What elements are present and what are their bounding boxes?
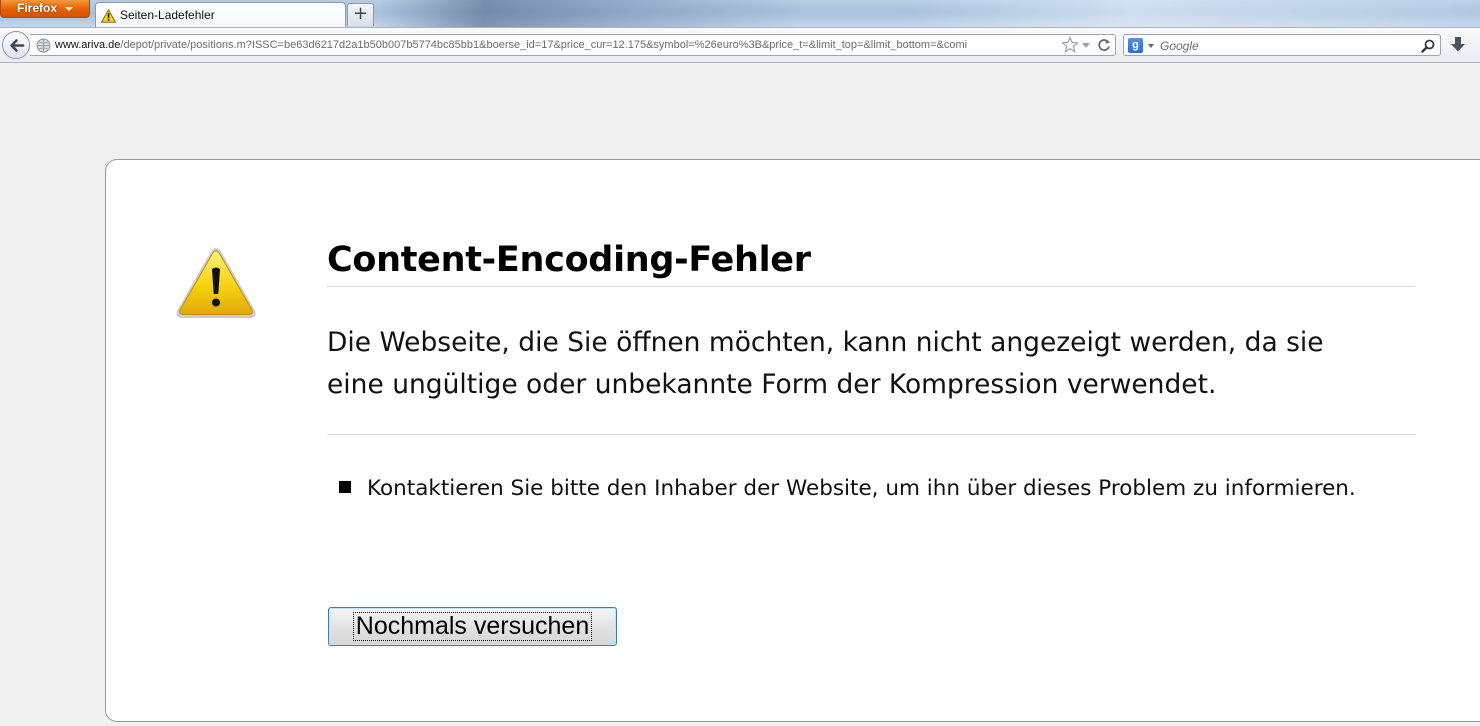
error-title: Content-Encoding-Fehler	[327, 240, 811, 280]
arrow-left-icon	[10, 39, 25, 52]
firefox-menu-label: Firefox	[17, 1, 58, 15]
search-bar[interactable]: g	[1123, 34, 1441, 56]
download-arrow-icon[interactable]	[1449, 36, 1467, 58]
title-bar-background-light	[900, 0, 1480, 27]
divider	[327, 286, 1415, 287]
new-tab-button[interactable]: +	[347, 3, 374, 26]
warning-icon	[172, 243, 260, 327]
chevron-down-icon	[65, 7, 73, 11]
list-bullet	[339, 481, 351, 493]
title-bar-background	[380, 0, 800, 27]
search-engine-dropdown-icon[interactable]	[1148, 44, 1154, 48]
firefox-menu-button[interactable]: Firefox	[0, 0, 90, 18]
tab-active[interactable]: Seiten-Ladefehler	[95, 2, 346, 27]
url-path: /depot/private/positions.m?ISSC=be63d621…	[120, 39, 968, 51]
retry-button-label: Nochmals versuchen	[352, 612, 593, 641]
url-history-dropdown-icon[interactable]	[1082, 43, 1090, 48]
error-description: Die Webseite, die Sie öffnen möchten, ka…	[327, 327, 1324, 400]
search-input[interactable]	[1160, 38, 1410, 53]
title-bar: Firefox Seiten-Ladefehler +	[0, 0, 1480, 27]
url-host: www.ariva.de	[55, 39, 121, 51]
google-icon[interactable]: g	[1128, 38, 1143, 53]
retry-button[interactable]: Nochmals versuchen	[328, 607, 617, 646]
navigation-toolbar: www.ariva.de/depot/private/positions.m?I…	[0, 27, 1480, 63]
reload-icon[interactable]	[1096, 37, 1112, 57]
url-text[interactable]: www.ariva.de/depot/private/positions.m?I…	[55, 39, 1080, 51]
bookmark-star-icon[interactable]	[1060, 36, 1080, 58]
tab-title: Seiten-Ladefehler	[120, 8, 215, 22]
url-bar[interactable]: www.ariva.de/depot/private/positions.m?I…	[30, 34, 1116, 56]
globe-icon	[36, 38, 51, 57]
search-icon[interactable]	[1421, 38, 1435, 57]
divider	[327, 434, 1415, 435]
back-button[interactable]	[2, 31, 30, 59]
warning-icon	[100, 8, 117, 27]
suggestion-item: Kontaktieren Sie bitte den Inhaber der W…	[367, 476, 1356, 501]
